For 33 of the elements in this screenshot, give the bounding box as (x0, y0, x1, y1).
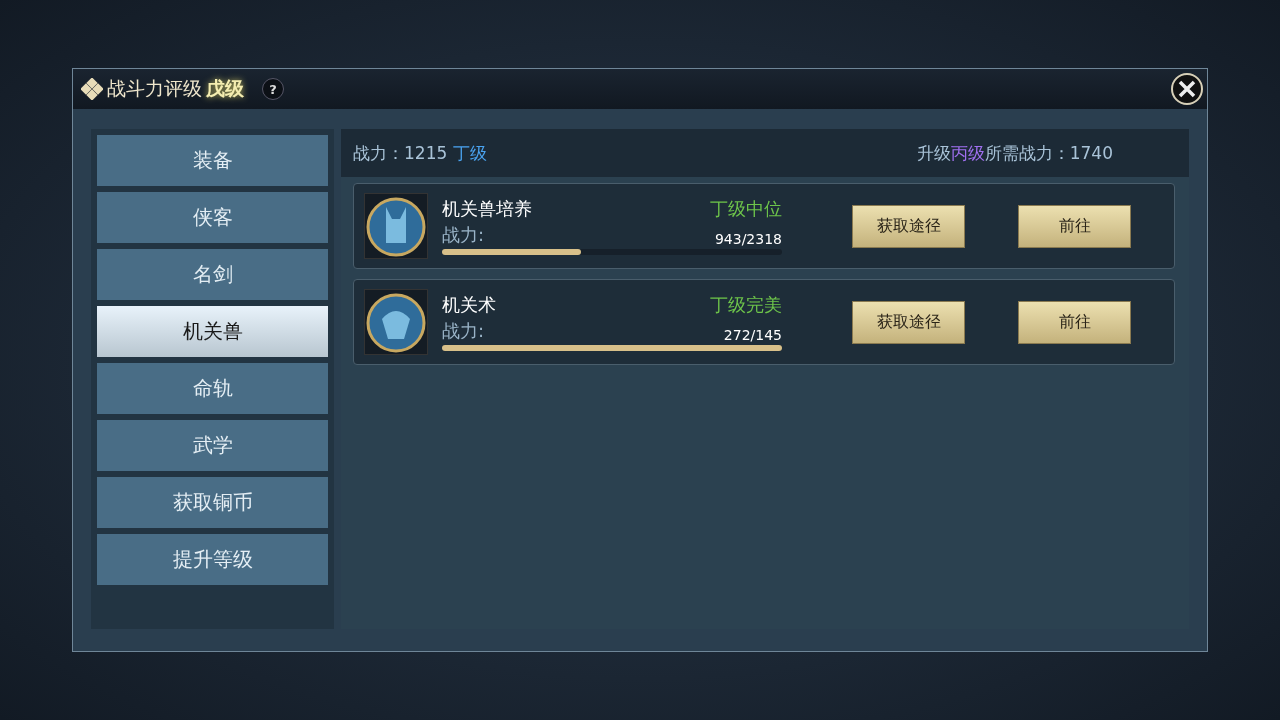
power-text: 战力：1215 (353, 142, 449, 163)
source-button[interactable]: 获取途径 (852, 300, 965, 344)
power-label: 战力: (442, 319, 485, 343)
requirement-text: 丙级 (950, 142, 985, 163)
sidebar-tab[interactable]: 提升等级 (97, 534, 328, 585)
knot-icon (81, 78, 103, 100)
window-title: 战斗力评级 (107, 76, 202, 101)
sidebar-tab[interactable]: 命轨 (97, 363, 328, 414)
power-label: 战力: (442, 223, 485, 247)
sidebar-tab[interactable]: 装备 (97, 135, 328, 186)
grade-label: 丁级中位 (710, 197, 782, 221)
sidebar-tab[interactable]: 侠客 (97, 192, 328, 243)
row-title: 机关术 (442, 293, 496, 317)
close-icon (1178, 80, 1196, 98)
sidebar-tab[interactable]: 机关兽 (97, 306, 328, 357)
rank-label: 戊级 (206, 76, 244, 101)
sidebar-tab[interactable]: 武学 (97, 420, 328, 471)
requirement-text: 升级 (916, 142, 951, 163)
requirement-text: 所需战力：1740 (984, 142, 1113, 163)
sidebar-tab[interactable]: 获取铜币 (97, 477, 328, 528)
help-button[interactable]: ? (262, 78, 284, 100)
close-button[interactable] (1171, 73, 1203, 105)
power-reading: 943/2318 (714, 231, 782, 247)
go-button[interactable]: 前往 (1018, 300, 1131, 344)
row-title: 机关兽培养 (442, 197, 532, 221)
beast-emblem-icon (364, 289, 428, 355)
power-text: 丁级 (452, 142, 487, 163)
power-reading: 272/145 (723, 327, 782, 343)
grade-label: 丁级完美 (710, 293, 782, 317)
go-button[interactable]: 前往 (1018, 204, 1131, 248)
source-button[interactable]: 获取途径 (852, 204, 965, 248)
beast-emblem-icon (364, 193, 428, 259)
sidebar-tab[interactable]: 名剑 (97, 249, 328, 300)
